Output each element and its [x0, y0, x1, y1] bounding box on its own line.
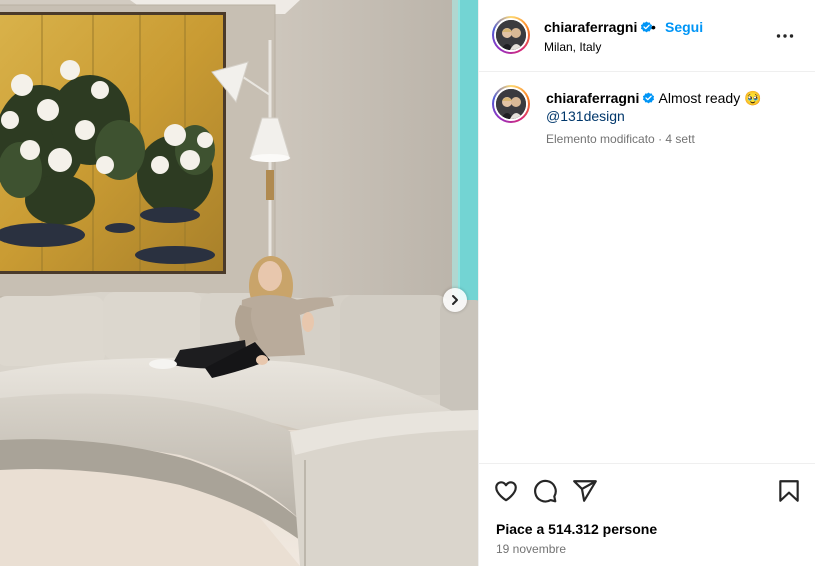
caption-time[interactable]: 4 sett — [665, 132, 694, 146]
author-avatar[interactable] — [492, 16, 530, 54]
likes-count[interactable]: Piace a 514.312 persone — [496, 521, 657, 537]
author-username[interactable]: chiaraferragni — [544, 19, 653, 35]
comment-icon[interactable] — [532, 478, 558, 504]
actions-bar: Piace a 514.312 persone 19 novembre — [479, 463, 815, 566]
chevron-right-icon — [452, 295, 458, 305]
post-header: chiaraferragni • Segui Milan, Italy — [479, 0, 815, 72]
header-separator: • — [651, 19, 656, 35]
share-icon[interactable] — [572, 478, 598, 504]
caption-avatar[interactable] — [492, 85, 530, 123]
caption-mention[interactable]: @131design — [546, 108, 625, 124]
caption-username[interactable]: chiaraferragni — [546, 90, 639, 106]
post-caption: chiaraferragni Almost ready 🥹 @131design — [546, 89, 796, 125]
instagram-post: chiaraferragni • Segui Milan, Italy chia… — [0, 0, 815, 566]
avatar-photo — [496, 20, 526, 50]
photo-scene — [0, 0, 478, 566]
heart-icon[interactable] — [493, 478, 519, 504]
post-photo[interactable] — [0, 0, 478, 566]
avatar-photo — [496, 89, 526, 119]
post-date[interactable]: 19 novembre — [496, 542, 566, 556]
post-side-panel: chiaraferragni • Segui Milan, Italy chia… — [478, 0, 815, 566]
verified-badge-icon — [643, 92, 655, 104]
caption-text: Almost ready 🥹 — [658, 90, 762, 106]
bookmark-icon[interactable] — [776, 478, 802, 504]
follow-button[interactable]: Segui — [665, 19, 703, 35]
more-options-icon[interactable] — [775, 26, 795, 46]
post-location[interactable]: Milan, Italy — [544, 40, 601, 54]
next-photo-button[interactable] — [443, 288, 467, 312]
edited-label: Elemento modificato — [546, 132, 655, 146]
caption-meta: Elemento modificato · 4 sett — [546, 132, 695, 146]
